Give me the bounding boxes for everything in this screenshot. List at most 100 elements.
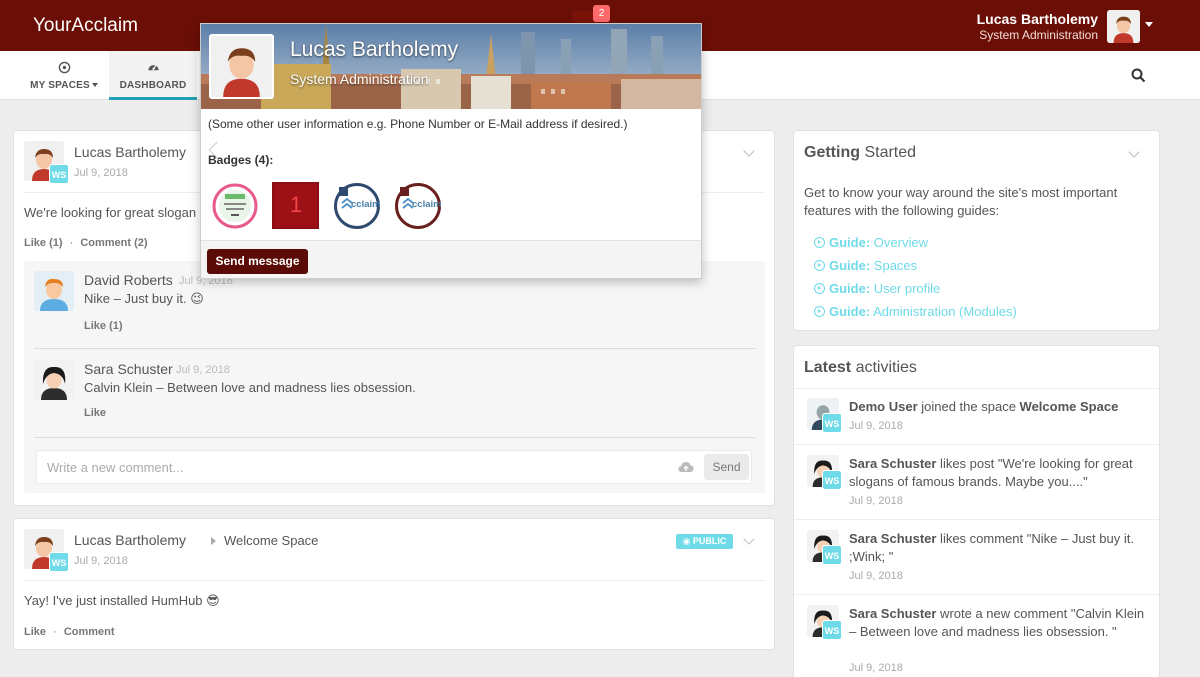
like-link[interactable]: Like — [24, 626, 46, 638]
activity-desc: joined the space — [917, 399, 1020, 414]
comment-author-name[interactable]: David Roberts — [84, 272, 173, 288]
activity-target[interactable]: Welcome Space — [1020, 399, 1119, 414]
guide-label: Overview — [873, 235, 928, 250]
like-link[interactable]: Like (1) — [24, 237, 63, 249]
wink-emoji: 😉 — [190, 291, 204, 306]
divider — [34, 437, 755, 438]
post-card: WS Lucas Bartholemy Welcome Space Jul 9,… — [13, 518, 775, 650]
brand-logo[interactable]: YourAcclaim — [33, 15, 138, 37]
activity-date: Jul 9, 2018 — [849, 662, 903, 674]
activity-actor[interactable]: Sara Schuster — [849, 456, 936, 471]
activity-actor[interactable]: Sara Schuster — [849, 531, 936, 546]
guide-label: Administration (Modules) — [873, 304, 1017, 319]
post-date[interactable]: Jul 9, 2018 — [74, 555, 128, 567]
divider — [794, 519, 1159, 520]
send-message-button[interactable]: Send message — [207, 249, 308, 274]
nav-dashboard[interactable]: DASHBOARD — [109, 51, 197, 100]
post-author-name[interactable]: Lucas Bartholemy — [74, 144, 186, 160]
guide-administration-link[interactable]: Guide: Administration (Modules) — [814, 304, 1017, 319]
badge-acclaim-maroon[interactable]: cclaim — [394, 182, 442, 230]
divider — [24, 580, 765, 581]
nav-dashboard-label: DASHBOARD — [119, 80, 187, 91]
comment-link[interactable]: Comment (2) — [80, 237, 147, 249]
activity-date: Jul 9, 2018 — [849, 570, 903, 582]
chevron-down-icon[interactable] — [1145, 22, 1153, 27]
play-circle-icon — [814, 283, 825, 294]
popup-user-name[interactable]: Lucas Bartholemy — [290, 38, 458, 62]
send-button[interactable]: Send — [704, 454, 749, 480]
post-text-content: Yay! I've just installed HumHub — [24, 593, 203, 608]
post-actions: Like (1) · Comment (2) — [24, 237, 148, 249]
comment-author-avatar[interactable] — [34, 360, 74, 400]
guide-label: Spaces — [873, 258, 918, 273]
public-badge-label: PUBLIC — [692, 536, 727, 546]
space-badge[interactable]: WS — [49, 552, 69, 572]
badge-acclaim-label: cclaim — [351, 199, 381, 210]
space-badge[interactable]: WS — [822, 470, 842, 490]
latest-activities-panel: Latest activities WS Demo User joined th… — [793, 345, 1160, 677]
badge-number-label: 1 — [289, 192, 303, 217]
popup-user-avatar[interactable] — [209, 34, 274, 99]
panel-title-rest: Started — [864, 144, 917, 161]
guide-spaces-link[interactable]: Guide: Spaces — [814, 258, 917, 273]
nav-my-spaces[interactable]: MY SPACES — [20, 51, 108, 100]
cloud-upload-icon[interactable] — [678, 460, 694, 474]
profile-banner-image — [201, 24, 701, 109]
space-badge[interactable]: WS — [49, 164, 69, 184]
caret-right-icon — [211, 537, 216, 545]
comment-text-content: Nike – Just buy it. — [84, 291, 187, 306]
globe-icon: ◉ — [682, 536, 693, 546]
space-badge[interactable]: WS — [822, 413, 842, 433]
guide-label: User profile — [873, 281, 941, 296]
chevron-down-icon[interactable] — [1128, 146, 1140, 158]
comment-link[interactable]: Comment — [64, 626, 115, 638]
user-name: Lucas Bartholemy — [976, 11, 1098, 27]
comment-input-placeholder: Write a new comment... — [47, 460, 184, 475]
target-icon — [58, 61, 70, 74]
space-badge[interactable]: WS — [822, 545, 842, 565]
post-text: We're looking for great slogan — [24, 205, 197, 220]
activity-text: Sara Schuster likes post "We're looking … — [849, 455, 1149, 491]
activity-actor[interactable]: Sara Schuster — [849, 606, 936, 621]
play-circle-icon — [814, 306, 825, 317]
space-badge[interactable]: WS — [822, 620, 842, 640]
comment-like-link[interactable]: Like — [84, 407, 106, 419]
comment-text: Nike – Just buy it. 😉 — [84, 291, 204, 307]
popup-user-info: (Some other user information e.g. Phone … — [208, 117, 628, 131]
badge-number-one[interactable]: 1 — [272, 182, 320, 230]
panel-title-bold: Latest — [804, 359, 852, 376]
guide-prefix: Guide: — [829, 304, 871, 319]
post-actions: Like · Comment — [24, 626, 115, 638]
comment-author-avatar[interactable] — [34, 271, 74, 311]
guide-overview-link[interactable]: Guide: Overview — [814, 235, 928, 250]
post-author-name[interactable]: Lucas Bartholemy — [74, 532, 186, 548]
comment-text: Calvin Klein – Between love and madness … — [84, 380, 416, 395]
dashboard-icon — [147, 65, 159, 71]
user-avatar[interactable] — [1107, 10, 1140, 43]
panel-title-rest: activities — [855, 359, 917, 376]
post-date[interactable]: Jul 9, 2018 — [74, 167, 128, 179]
activity-actor[interactable]: Demo User — [849, 399, 918, 414]
comment-input[interactable]: Write a new comment... Send — [36, 450, 752, 484]
user-menu[interactable]: Lucas Bartholemy System Administration — [977, 11, 1098, 42]
comment-author-name[interactable]: Sara Schuster — [84, 361, 173, 377]
post-space-link[interactable]: Welcome Space — [224, 533, 318, 548]
popup-footer: Send message — [201, 240, 701, 278]
panel-title: Getting Started — [804, 144, 916, 162]
guide-user-profile-link[interactable]: Guide: User profile — [814, 281, 940, 296]
activity-date: Jul 9, 2018 — [849, 495, 903, 507]
badge-acclaim-blue[interactable]: cclaim — [333, 182, 381, 230]
guide-prefix: Guide: — [829, 281, 871, 296]
chevron-down-icon[interactable] — [743, 533, 755, 545]
popup-user-role: System Administration — [290, 71, 429, 87]
public-badge: ◉ PUBLIC — [676, 534, 733, 549]
chevron-down-icon[interactable] — [743, 145, 755, 157]
comment-like-link[interactable]: Like (1) — [84, 320, 123, 332]
separator: · — [69, 237, 74, 249]
badge-pen-testing-expert[interactable] — [211, 182, 259, 230]
getting-started-panel: Getting Started Get to know your way aro… — [793, 130, 1160, 331]
panel-title-bold: Getting — [804, 144, 860, 161]
activity-text: Sara Schuster likes comment "Nike – Just… — [849, 530, 1149, 566]
search-icon[interactable] — [1131, 68, 1146, 83]
user-profile-popup: Lucas Bartholemy System Administration (… — [200, 23, 702, 279]
